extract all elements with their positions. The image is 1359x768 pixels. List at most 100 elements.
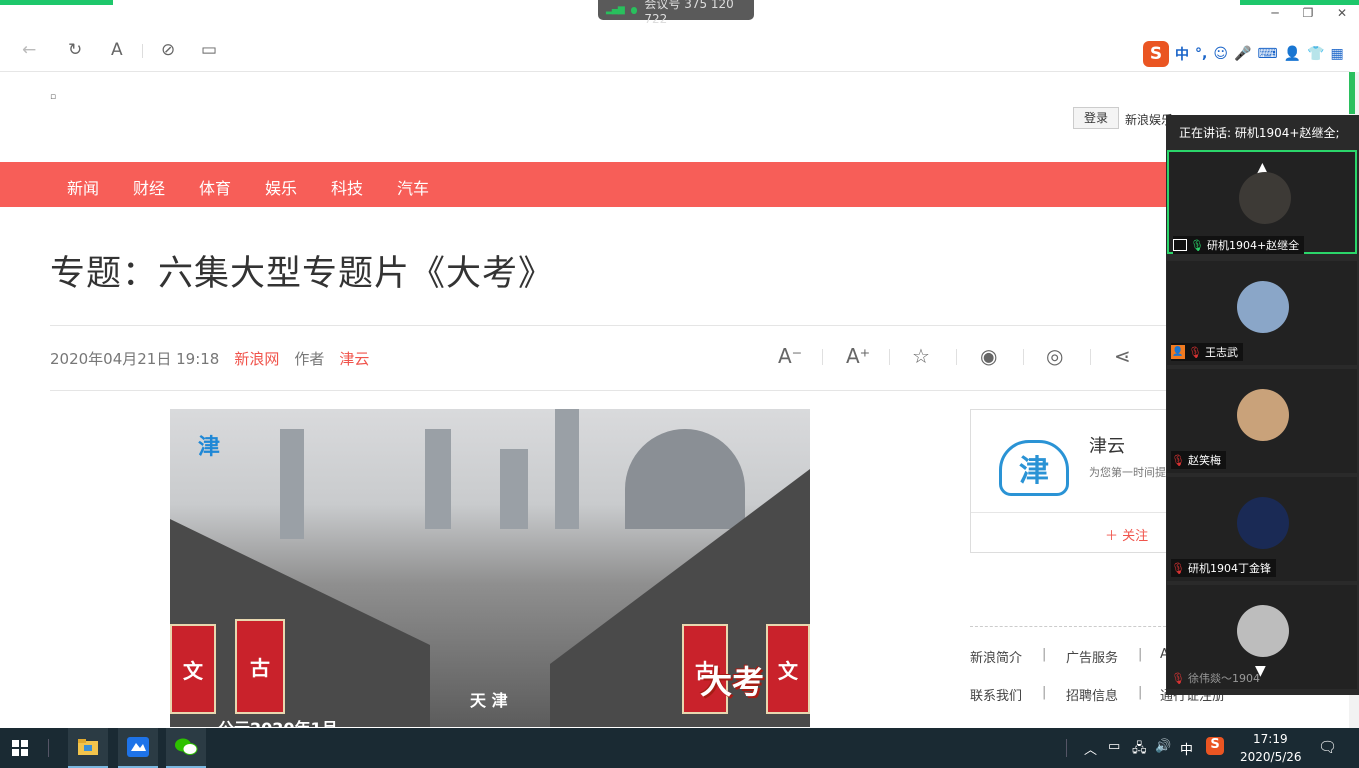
skyline-building [280, 429, 304, 539]
footer-divider [970, 626, 1166, 627]
wechat-icon[interactable]: ◎ [1046, 344, 1063, 368]
participant-tile[interactable]: 👤 🎙 王志武 [1167, 261, 1357, 365]
battery-icon[interactable]: ▭ [1108, 739, 1120, 754]
sogou-logo-icon[interactable]: S [1143, 41, 1169, 67]
ime-toolbar: S 中 °, ☺ 🎤 ⌨ 👤 👕 ▦ [1143, 40, 1344, 68]
channel-nav: 新闻 财经 体育 娱乐 科技 汽车 [0, 162, 1166, 207]
reload-icon[interactable]: ↻ [68, 40, 82, 60]
close-button[interactable]: ✕ [1332, 6, 1352, 20]
weibo-icon[interactable]: ◉ [980, 344, 997, 368]
login-button[interactable]: 登录 [1073, 107, 1119, 129]
meeting-id-banner[interactable]: ▂▄▆ 会议号 375 120 722 [598, 0, 754, 26]
participant-tile[interactable]: ▲ 🎙 研机1904+赵继全 [1167, 150, 1357, 254]
ime-punct-toggle[interactable]: °, [1195, 46, 1207, 62]
sogou-tray-icon[interactable]: S [1206, 737, 1224, 755]
author-card-name[interactable]: 津云 [1089, 432, 1125, 458]
meeting-id: 会议号 375 120 722 [644, 0, 734, 26]
placeholder-dot: ▫ [50, 92, 57, 102]
start-button[interactable] [0, 728, 40, 768]
volume-icon[interactable]: 🔊 [1155, 739, 1171, 754]
follow-button[interactable]: ＋ 关注 [1105, 525, 1148, 544]
nav-item-ent[interactable]: 娱乐 [265, 175, 297, 199]
video-subtitle: 公元2020年1月 [218, 715, 338, 727]
link-icon[interactable]: ⊘ [161, 40, 175, 60]
screen-share-icon [1173, 239, 1187, 251]
share-icon[interactable]: ⋖ [1114, 344, 1131, 368]
notification-icon[interactable]: 🗨 [1318, 738, 1337, 756]
ime-emoji-icon[interactable]: ☺ [1213, 46, 1228, 62]
network-icon[interactable]: 🖧 [1132, 739, 1147, 761]
footer-sep: | [1042, 647, 1047, 662]
ime-keyboard-icon[interactable]: ⌨ [1257, 46, 1277, 62]
wechat-app-icon [175, 738, 198, 755]
footer-link[interactable]: 联系我们 [970, 685, 1022, 704]
footer-link[interactable]: 新浪简介 [970, 647, 1022, 666]
participant-label: 🎙 徐伟燚～1904 [1171, 669, 1265, 687]
street-banner: 古 [235, 619, 285, 714]
tencent-meeting-button[interactable] [118, 728, 158, 768]
nav-item-finance[interactable]: 财经 [133, 175, 165, 199]
page-title: 专题：六集大型专题片《大考》 [50, 254, 555, 294]
author-link[interactable]: 津云 [339, 348, 369, 369]
mic-off-icon: 🎙 [1171, 561, 1185, 575]
action-divider [1023, 349, 1024, 365]
clock-date[interactable]: 2020/5/26 [1240, 750, 1302, 764]
divider [50, 325, 1166, 326]
author-label: 作者 [294, 350, 325, 368]
participant-name: 研机1904丁金锋 [1187, 562, 1271, 575]
font-icon[interactable]: A [111, 40, 123, 60]
reader-mode-icon[interactable]: ▭ [201, 40, 217, 60]
folder-icon [78, 739, 98, 755]
tencent-meeting-icon [127, 737, 149, 757]
action-divider [956, 349, 957, 365]
ime-indicator[interactable]: 中 [1180, 739, 1193, 758]
restore-button[interactable]: ❐ [1298, 6, 1318, 20]
nav-item-tech[interactable]: 科技 [331, 175, 363, 199]
participant-name: 研机1904+赵继全 [1206, 239, 1300, 252]
meeting-participants-panel: 正在讲话: 研机1904+赵继全; ▲ 🎙 研机1904+赵继全 👤 🎙 王志武… [1166, 115, 1359, 695]
ime-menu-icon[interactable]: ▦ [1330, 46, 1343, 62]
screen: ▂▄▆ 会议号 375 120 722 ─ ❐ ✕ ← ↻ A ⊘ ▭ S 中 … [0, 0, 1359, 768]
participant-name: 徐伟燚～1904 [1187, 672, 1260, 685]
footer-link[interactable]: 广告服务 [1066, 647, 1118, 666]
street-banner: 文 [766, 624, 810, 714]
video-player[interactable]: 文 古 古 文 津 大考 天 津 公元2020年1月 [170, 409, 810, 727]
back-icon[interactable]: ← [22, 40, 36, 60]
minimize-button[interactable]: ─ [1265, 6, 1285, 20]
taskbar: ︿ ▭ 🖧 🔊 中 S 17:19 2020/5/26 🗨 [0, 728, 1359, 768]
tray-chevron-icon[interactable]: ︿ [1084, 739, 1097, 758]
wechat-button[interactable] [166, 728, 206, 768]
ime-lang-toggle[interactable]: 中 [1175, 44, 1189, 64]
signal-icon: ▂▄▆ [606, 5, 625, 15]
source-link[interactable]: 新浪网 [234, 348, 279, 369]
status-dot-icon [630, 6, 638, 14]
avatar [1237, 605, 1289, 657]
font-decrease-icon[interactable]: A⁻ [778, 344, 802, 368]
action-divider [889, 349, 890, 365]
clock-time[interactable]: 17:19 [1253, 732, 1288, 746]
nav-item-auto[interactable]: 汽车 [397, 175, 429, 199]
footer-sep: | [1138, 647, 1143, 662]
font-increase-icon[interactable]: A⁺ [846, 344, 870, 368]
participant-tile[interactable]: 🎙 赵笑梅 [1167, 369, 1357, 473]
nav-item-news[interactable]: 新闻 [67, 175, 99, 199]
user-icon: 👤 [1171, 345, 1185, 359]
windows-icon [12, 740, 28, 756]
nav-item-sports[interactable]: 体育 [199, 175, 231, 199]
participant-tile[interactable]: ▼ 🎙 徐伟燚～1904 [1167, 585, 1357, 689]
author-card-desc: 为您第一时间提供 [1089, 466, 1177, 479]
ime-user-icon[interactable]: 👤 [1284, 46, 1301, 62]
ime-voice-icon[interactable]: 🎤 [1234, 46, 1251, 62]
ime-skin-icon[interactable]: 👕 [1307, 46, 1324, 62]
file-explorer-button[interactable] [68, 728, 108, 768]
participant-name: 王志武 [1204, 346, 1238, 359]
avatar [1237, 389, 1289, 441]
action-divider [822, 349, 823, 365]
participant-tile[interactable]: 🎙 研机1904丁金锋 [1167, 477, 1357, 581]
meeting-status-bar-left [0, 0, 113, 5]
scrollbar-thumb[interactable] [1349, 72, 1355, 114]
footer-sep: | [1138, 685, 1143, 700]
star-icon[interactable]: ☆ [912, 344, 930, 368]
footer-link[interactable]: 招聘信息 [1066, 685, 1118, 704]
publish-date: 2020年04月21日 19:18 [50, 350, 220, 368]
